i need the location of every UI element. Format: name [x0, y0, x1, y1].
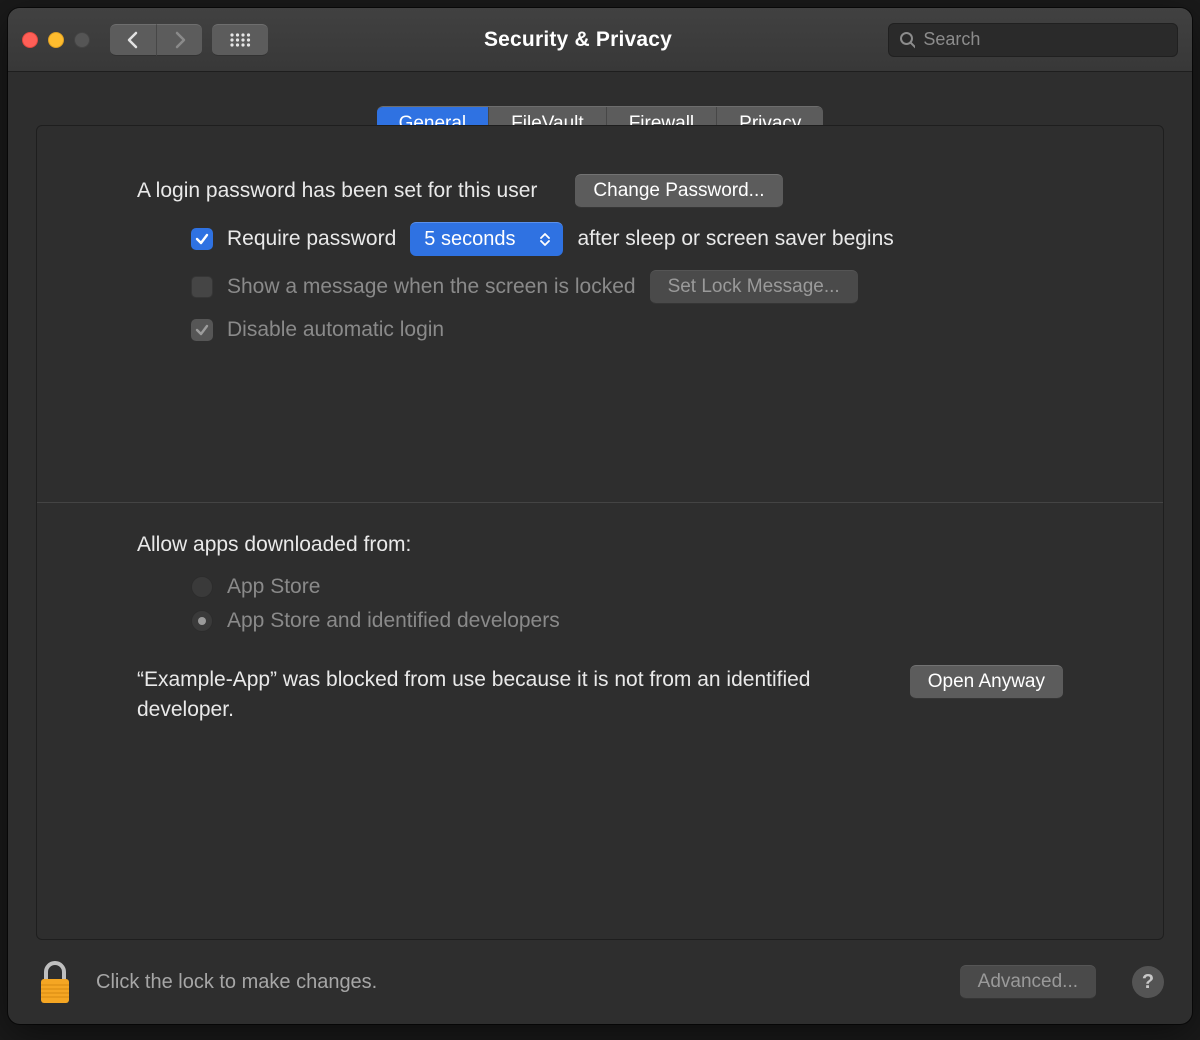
forward-button — [156, 24, 202, 56]
updown-caret-icon — [535, 233, 555, 246]
search-icon — [899, 31, 915, 49]
toolbar: Security & Privacy — [8, 8, 1192, 72]
window-controls — [22, 32, 90, 48]
back-button[interactable] — [110, 24, 156, 56]
show-lock-message-label: Show a message when the screen is locked — [227, 275, 636, 299]
radio-identified-developers — [191, 610, 213, 632]
radio-app-store-label: App Store — [227, 575, 320, 599]
check-icon — [195, 232, 209, 246]
section-divider — [37, 502, 1163, 503]
require-password-suffix: after sleep or screen saver begins — [577, 227, 893, 251]
window-title: Security & Privacy — [278, 28, 878, 52]
require-password-label: Require password — [227, 227, 396, 251]
chevron-right-icon — [173, 31, 187, 49]
disable-auto-login-checkbox — [191, 319, 213, 341]
set-lock-message-button: Set Lock Message... — [650, 270, 858, 304]
allow-apps-title: Allow apps downloaded from: — [137, 533, 1063, 557]
login-password-status: A login password has been set for this u… — [137, 179, 537, 203]
show-lock-message-checkbox — [191, 276, 213, 298]
lock-hint-text: Click the lock to make changes. — [96, 971, 938, 994]
help-button[interactable]: ? — [1132, 966, 1164, 998]
require-password-delay-select[interactable]: 5 seconds — [410, 222, 563, 256]
preferences-window: Security & Privacy General FileVault Fir… — [8, 8, 1192, 1024]
chevron-left-icon — [126, 31, 140, 49]
require-password-delay-value: 5 seconds — [424, 228, 515, 251]
general-panel: A login password has been set for this u… — [36, 125, 1164, 940]
minimize-button[interactable] — [48, 32, 64, 48]
radio-identified-developers-label: App Store and identified developers — [227, 609, 560, 633]
radio-app-store — [191, 576, 213, 598]
lock-icon[interactable] — [36, 959, 74, 1005]
footer: Click the lock to make changes. Advanced… — [8, 940, 1192, 1024]
disable-auto-login-label: Disable automatic login — [227, 318, 444, 342]
grid-icon — [229, 32, 251, 48]
open-anyway-button[interactable]: Open Anyway — [910, 665, 1063, 699]
zoom-button — [74, 32, 90, 48]
require-password-checkbox[interactable] — [191, 228, 213, 250]
show-all-button[interactable] — [212, 24, 268, 56]
check-icon — [195, 323, 209, 337]
search-field[interactable] — [888, 23, 1178, 57]
nav-group — [110, 24, 202, 56]
advanced-button: Advanced... — [960, 965, 1096, 999]
change-password-button[interactable]: Change Password... — [575, 174, 782, 208]
search-input[interactable] — [923, 29, 1167, 50]
close-button[interactable] — [22, 32, 38, 48]
blocked-app-message: “Example-App” was blocked from use becau… — [137, 665, 870, 726]
